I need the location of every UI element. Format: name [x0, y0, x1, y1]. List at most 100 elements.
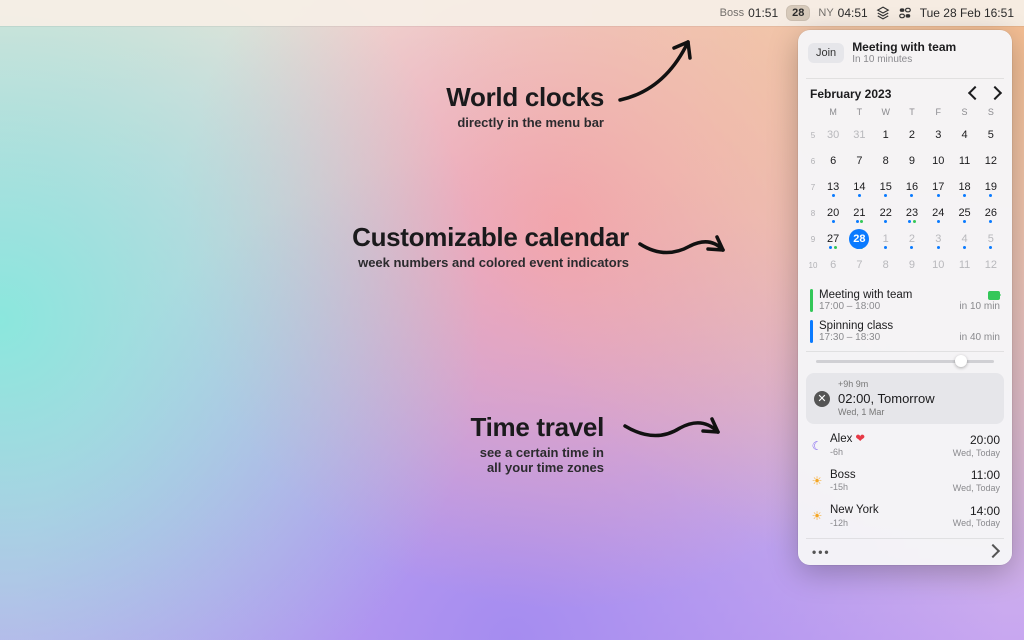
calendar-dow: T	[846, 107, 872, 121]
calendar-day[interactable]: 16	[899, 175, 925, 199]
calendar-day[interactable]: 1	[873, 123, 899, 147]
promo-subtitle: directly in the menu bar	[446, 115, 604, 130]
calendar-week-number: 10	[806, 253, 820, 277]
panel-next-button[interactable]	[988, 545, 998, 559]
slider-thumb[interactable]	[955, 355, 967, 367]
time-travel-offset: +9h 9m	[838, 379, 935, 390]
event-row[interactable]: Meeting with team 17:00 – 18:00in 10 min	[806, 285, 1004, 316]
calendar-day[interactable]: 19	[978, 175, 1004, 199]
next-event-title: Meeting with team	[852, 40, 956, 54]
sun-icon: ☀	[810, 509, 824, 523]
calendar-day[interactable]: 25	[951, 201, 977, 225]
timezone-offset: -15h	[830, 482, 856, 493]
timezone-list: ☾ Alex ❤ -6h 20:00 Wed, Today ☀ Boss -15…	[806, 428, 1004, 534]
calendar-day[interactable]: 26	[978, 201, 1004, 225]
calendar-day[interactable]: 12	[978, 253, 1004, 277]
sun-icon: ☀	[810, 474, 824, 488]
world-clock-ny[interactable]: NY 04:51	[818, 6, 867, 20]
calendar-week-number: 7	[806, 175, 820, 199]
calendar-day[interactable]: 4	[951, 227, 977, 251]
calendar-day[interactable]: 20	[820, 201, 846, 225]
calendar-day[interactable]: 5	[978, 227, 1004, 251]
time-travel-slider[interactable]	[816, 360, 994, 363]
calendar-week-number: 9	[806, 227, 820, 251]
timezone-day: Wed, Today	[953, 518, 1000, 529]
timezone-name: Alex ❤	[830, 433, 865, 447]
calendar-day[interactable]: 11	[951, 149, 977, 173]
calendar-day[interactable]: 12	[978, 149, 1004, 173]
calendar-dow: S	[951, 107, 977, 121]
timezone-time: 11:00	[953, 468, 1000, 482]
calendar-next-month[interactable]	[990, 87, 1000, 101]
calendar-day[interactable]: 4	[951, 123, 977, 147]
calendar-day[interactable]: 10	[925, 253, 951, 277]
calendar-day[interactable]: 2	[899, 227, 925, 251]
promo-world-clocks: World clocks directly in the menu bar	[446, 82, 604, 130]
timezone-day: Wed, Today	[953, 448, 1000, 459]
timezone-name: Boss	[830, 469, 856, 483]
calendar-dow: S	[978, 107, 1004, 121]
calendar-day[interactable]: 7	[846, 253, 872, 277]
divider	[806, 351, 1004, 352]
timezone-offset: -12h	[830, 518, 879, 529]
menubar-date-pill[interactable]: 28	[786, 5, 810, 21]
calendar-day[interactable]: 9	[899, 149, 925, 173]
world-clock-boss[interactable]: Boss 01:51	[720, 6, 779, 20]
time-travel-reset-button[interactable]: ✕	[814, 391, 830, 407]
calendar-day[interactable]: 6	[820, 149, 846, 173]
timezone-day: Wed, Today	[953, 483, 1000, 494]
video-call-icon	[988, 291, 1000, 300]
timezone-row[interactable]: ☀ New York -12h 14:00 Wed, Today	[806, 499, 1004, 534]
calendar-day[interactable]: 9	[899, 253, 925, 277]
calendar-day[interactable]: 7	[846, 149, 872, 173]
promo-subtitle: see a certain time in all your time zone…	[470, 445, 604, 475]
calendar-day[interactable]: 6	[820, 253, 846, 277]
calendar-day[interactable]: 28	[846, 227, 872, 251]
calendar-day[interactable]: 3	[925, 227, 951, 251]
tray-icon[interactable]	[876, 6, 890, 20]
calendar-day[interactable]: 5	[978, 123, 1004, 147]
join-button[interactable]: Join	[808, 43, 844, 63]
timezone-name: New York	[830, 504, 879, 518]
timezone-row[interactable]: ☀ Boss -15h 11:00 Wed, Today	[806, 463, 1004, 498]
world-clock-time: 04:51	[838, 6, 868, 20]
calendar-day[interactable]: 30	[820, 123, 846, 147]
time-travel-date: Wed, 1 Mar	[838, 407, 935, 418]
calendar-day[interactable]: 15	[873, 175, 899, 199]
calendar-month-title: February 2023	[810, 87, 891, 101]
calendar-day[interactable]: 8	[873, 149, 899, 173]
calendar-dow: T	[899, 107, 925, 121]
more-menu-button[interactable]: •••	[812, 545, 831, 559]
event-title: Spinning class	[819, 320, 893, 332]
calendar-day[interactable]: 3	[925, 123, 951, 147]
timezone-offset: -6h	[830, 447, 865, 458]
next-event-subtitle: In 10 minutes	[852, 54, 956, 66]
system-clock[interactable]: Tue 28 Feb 16:51	[920, 6, 1014, 20]
arrow-icon	[620, 414, 730, 459]
calendar-day[interactable]: 1	[873, 227, 899, 251]
event-row[interactable]: Spinning class 17:30 – 18:30in 40 min	[806, 316, 1004, 347]
timezone-row[interactable]: ☾ Alex ❤ -6h 20:00 Wed, Today	[806, 428, 1004, 463]
timezone-time: 20:00	[953, 433, 1000, 447]
calendar-day[interactable]: 8	[873, 253, 899, 277]
arrow-icon	[635, 232, 735, 277]
time-travel-time: 02:00, Tomorrow	[838, 391, 935, 407]
calendar-day[interactable]: 13	[820, 175, 846, 199]
calendar-prev-month[interactable]	[970, 87, 980, 101]
calendar-day[interactable]: 21	[846, 201, 872, 225]
control-center-icon[interactable]	[898, 6, 912, 20]
calendar-day[interactable]: 23	[899, 201, 925, 225]
calendar-day[interactable]: 22	[873, 201, 899, 225]
event-color-bar	[810, 320, 813, 343]
calendar-day[interactable]: 31	[846, 123, 872, 147]
calendar-day[interactable]: 24	[925, 201, 951, 225]
events-list: Meeting with team 17:00 – 18:00in 10 min…	[806, 285, 1004, 347]
calendar-day[interactable]: 18	[951, 175, 977, 199]
calendar-day[interactable]: 27	[820, 227, 846, 251]
calendar-day[interactable]: 11	[951, 253, 977, 277]
calendar-day[interactable]: 10	[925, 149, 951, 173]
calendar-day[interactable]: 14	[846, 175, 872, 199]
calendar-day[interactable]: 2	[899, 123, 925, 147]
calendar-day[interactable]: 17	[925, 175, 951, 199]
event-color-bar	[810, 289, 813, 312]
